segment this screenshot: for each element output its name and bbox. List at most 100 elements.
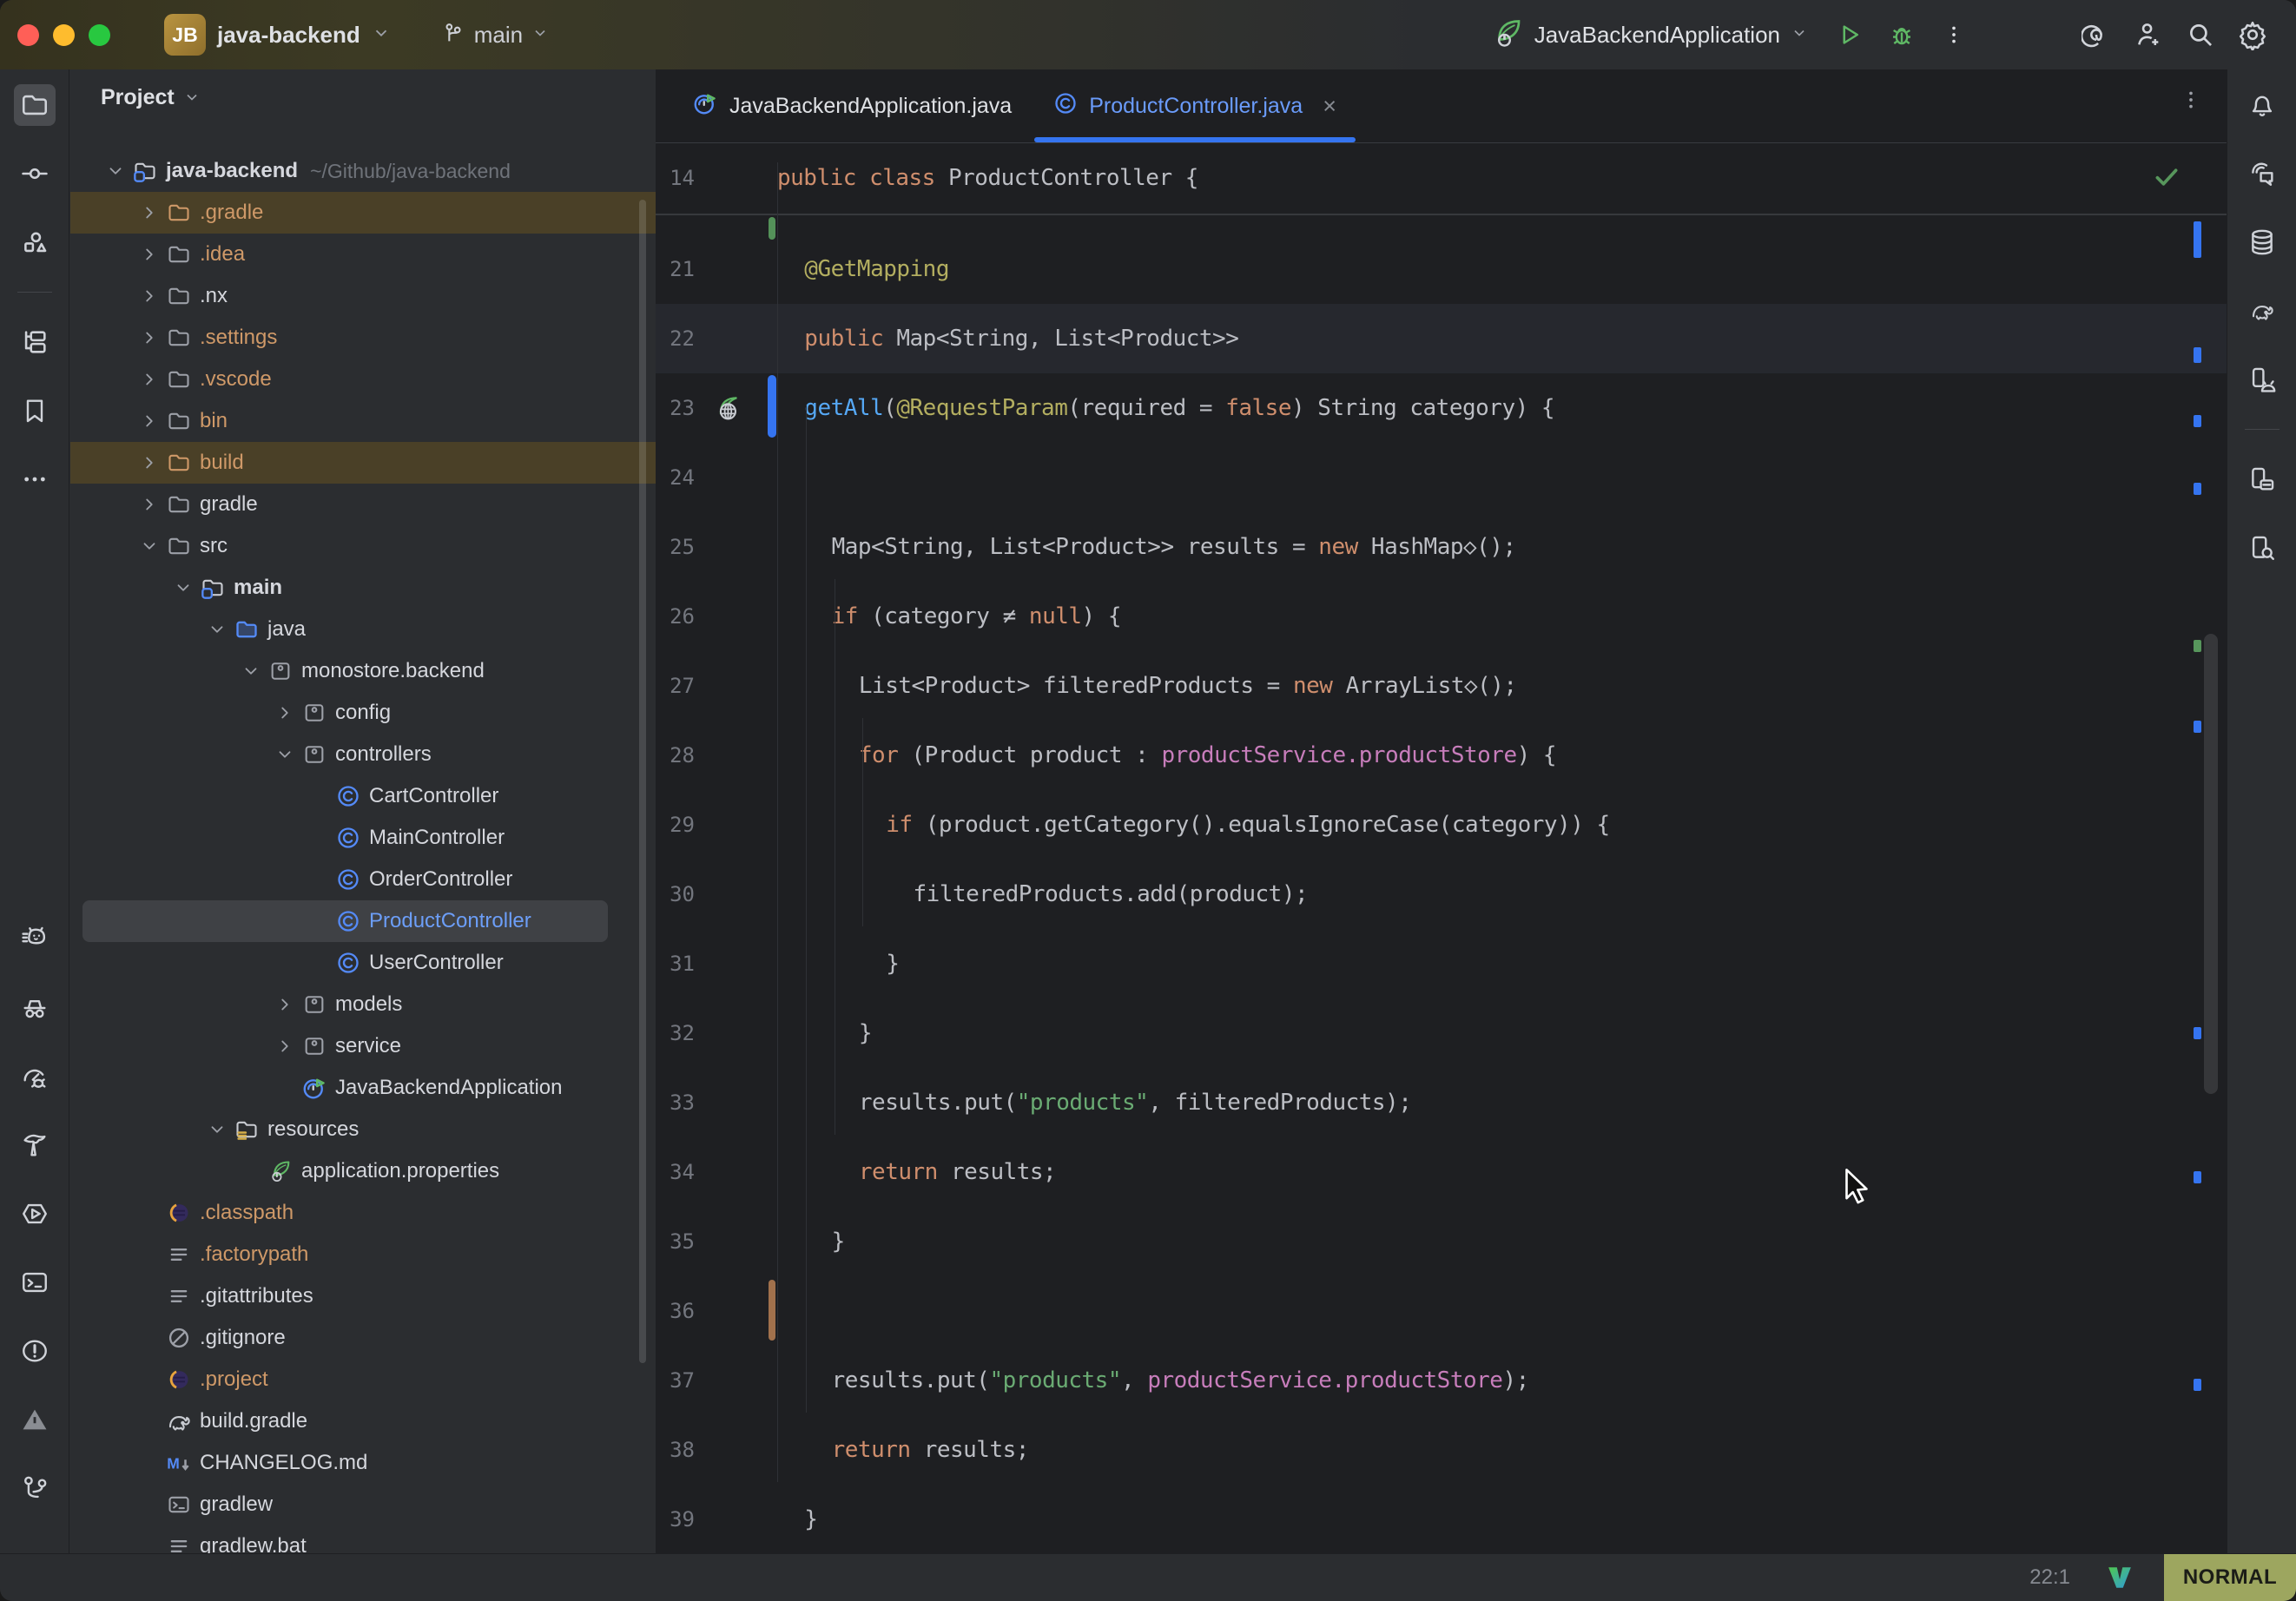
chevron-right-icon[interactable] bbox=[139, 494, 160, 515]
tree-item-gradlew-bat[interactable]: gradlew.bat bbox=[70, 1525, 656, 1554]
project-folder-icon[interactable] bbox=[14, 84, 56, 126]
chevron-right-icon[interactable] bbox=[139, 452, 160, 473]
code-text[interactable]: } bbox=[777, 1506, 817, 1532]
chevron-right-icon[interactable] bbox=[274, 702, 295, 723]
line-number[interactable]: 39 bbox=[656, 1507, 695, 1532]
services-icon[interactable] bbox=[14, 1193, 56, 1235]
line-number[interactable]: 36 bbox=[656, 1299, 695, 1323]
line-number[interactable]: 14 bbox=[656, 166, 695, 190]
project-tree-scrollbar[interactable] bbox=[639, 200, 646, 1363]
chevron-down-icon[interactable] bbox=[207, 1119, 228, 1140]
caret-position[interactable]: 22:1 bbox=[2029, 1565, 2070, 1590]
chevron-right-icon[interactable] bbox=[139, 369, 160, 390]
tree-item--factorypath[interactable]: .factorypath bbox=[70, 1234, 656, 1275]
tree-item--gitattributes[interactable]: .gitattributes bbox=[70, 1275, 656, 1317]
copilot-cat-icon[interactable] bbox=[14, 919, 56, 960]
layout-inspector-icon[interactable] bbox=[2241, 458, 2283, 500]
gradle-icon[interactable] bbox=[2241, 290, 2283, 332]
code-text[interactable]: results.put("products", productService.p… bbox=[777, 1367, 1529, 1393]
tree-item-models[interactable]: models bbox=[70, 984, 656, 1025]
bookmarks-icon[interactable] bbox=[14, 390, 56, 432]
chevron-right-icon[interactable] bbox=[274, 994, 295, 1015]
code-text[interactable]: return results; bbox=[777, 1159, 1056, 1185]
chevron-down-icon[interactable] bbox=[105, 161, 126, 181]
line-number[interactable]: 38 bbox=[656, 1438, 695, 1462]
code-text[interactable]: filteredProducts.add(product); bbox=[777, 881, 1308, 907]
tree-item-javabackendapplication[interactable]: JavaBackendApplication bbox=[70, 1067, 656, 1109]
search-everywhere-icon[interactable] bbox=[2178, 12, 2223, 57]
code-text[interactable]: } bbox=[777, 1229, 845, 1255]
sticky-header-line[interactable]: 14 public class ProductController { bbox=[656, 143, 2227, 215]
line-number[interactable]: 33 bbox=[656, 1090, 695, 1115]
tree-item--gitignore[interactable]: .gitignore bbox=[70, 1317, 656, 1359]
analysis-stripe-mark[interactable] bbox=[2194, 221, 2201, 258]
tree-item-build-gradle[interactable]: build.gradle bbox=[70, 1400, 656, 1442]
chevron-right-icon[interactable] bbox=[139, 327, 160, 348]
tree-item--gradle[interactable]: .gradle bbox=[70, 192, 656, 234]
chevron-right-icon[interactable] bbox=[139, 202, 160, 223]
code-text[interactable]: getAll(@RequestParam(required = false) S… bbox=[777, 395, 1554, 421]
tree-item-changelog-md[interactable]: MCHANGELOG.md bbox=[70, 1442, 656, 1484]
tree-item-build[interactable]: build bbox=[70, 442, 656, 484]
line-number[interactable]: 27 bbox=[656, 674, 695, 698]
close-window-button[interactable] bbox=[17, 24, 39, 46]
code-text[interactable]: if (product.getCategory().equalsIgnoreCa… bbox=[777, 812, 1610, 838]
analysis-stripe-mark[interactable] bbox=[2194, 1379, 2201, 1391]
vim-mode-badge[interactable]: NORMAL bbox=[2164, 1554, 2296, 1601]
code-text[interactable]: public class ProductController { bbox=[777, 165, 1198, 191]
minimize-window-button[interactable] bbox=[53, 24, 75, 46]
tree-item--vscode[interactable]: .vscode bbox=[70, 359, 656, 400]
analysis-stripe-mark[interactable] bbox=[2194, 347, 2201, 363]
profiler-icon[interactable] bbox=[14, 1056, 56, 1097]
code-text[interactable]: for (Product product : productService.pr… bbox=[777, 742, 1556, 768]
editor-tab-javabackendapplication-java[interactable]: JavaBackendApplication.java bbox=[671, 69, 1033, 142]
code-text[interactable]: return results; bbox=[777, 1437, 1029, 1463]
code-text[interactable]: Map<String, List<Product>> results = new… bbox=[777, 534, 1516, 560]
line-number[interactable]: 21 bbox=[656, 257, 695, 281]
line-number[interactable]: 37 bbox=[656, 1368, 695, 1393]
project-widget[interactable]: JB java-backend bbox=[164, 14, 391, 56]
line-number[interactable]: 31 bbox=[656, 952, 695, 976]
device-explorer-icon[interactable] bbox=[2241, 527, 2283, 569]
tree-item-gradle[interactable]: gradle bbox=[70, 484, 656, 525]
git-branch-icon[interactable] bbox=[14, 1467, 56, 1509]
tree-item-usercontroller[interactable]: UserController bbox=[70, 942, 656, 984]
chevron-down-icon[interactable] bbox=[274, 744, 295, 765]
ai-chat-icon[interactable] bbox=[2241, 153, 2283, 194]
terminal-icon[interactable] bbox=[14, 1262, 56, 1303]
tree-item--idea[interactable]: .idea bbox=[70, 234, 656, 275]
tree-item-resources[interactable]: resources bbox=[70, 1109, 656, 1150]
tree-item-maincontroller[interactable]: MainController bbox=[70, 817, 656, 859]
inspections-ok-icon[interactable] bbox=[2152, 162, 2181, 196]
tree-item-src[interactable]: src bbox=[70, 525, 656, 567]
line-number[interactable]: 28 bbox=[656, 743, 695, 768]
code-text[interactable]: } bbox=[777, 1020, 872, 1046]
ai-assistant-icon[interactable] bbox=[2074, 12, 2119, 57]
analysis-stripe-mark[interactable] bbox=[2194, 483, 2201, 495]
chevron-down-icon[interactable] bbox=[207, 619, 228, 640]
line-number[interactable]: 25 bbox=[656, 535, 695, 559]
tree-item--classpath[interactable]: .classpath bbox=[70, 1192, 656, 1234]
line-number[interactable]: 26 bbox=[656, 604, 695, 629]
notifications-icon[interactable] bbox=[2241, 84, 2283, 126]
run-configuration-selector[interactable]: JavaBackendApplication bbox=[1493, 17, 1808, 53]
problems-icon[interactable] bbox=[14, 1330, 56, 1372]
analysis-stripe-mark[interactable] bbox=[2194, 640, 2201, 652]
tree-item-main[interactable]: main bbox=[70, 567, 656, 609]
analysis-stripe-mark[interactable] bbox=[2194, 1171, 2201, 1183]
debug-button[interactable] bbox=[1879, 12, 1924, 57]
tree-item--settings[interactable]: .settings bbox=[70, 317, 656, 359]
dependencies-icon[interactable] bbox=[14, 221, 56, 263]
tree-item-config[interactable]: config bbox=[70, 692, 656, 734]
running-devices-icon[interactable] bbox=[2241, 359, 2283, 400]
commit-icon[interactable] bbox=[14, 153, 56, 194]
code-text[interactable]: results.put("products", filteredProducts… bbox=[777, 1090, 1411, 1116]
code-text[interactable]: if (category ≠ null) { bbox=[777, 603, 1121, 629]
analysis-stripe-mark[interactable] bbox=[2194, 1027, 2201, 1039]
tree-item-java-backend[interactable]: java-backend~/Github/java-backend bbox=[70, 150, 656, 192]
endpoint-globe-icon[interactable] bbox=[712, 394, 742, 428]
chevron-down-icon[interactable] bbox=[139, 536, 160, 557]
tree-item-controllers[interactable]: controllers bbox=[70, 734, 656, 775]
tree-item--project[interactable]: .project bbox=[70, 1359, 656, 1400]
chevron-right-icon[interactable] bbox=[139, 286, 160, 306]
